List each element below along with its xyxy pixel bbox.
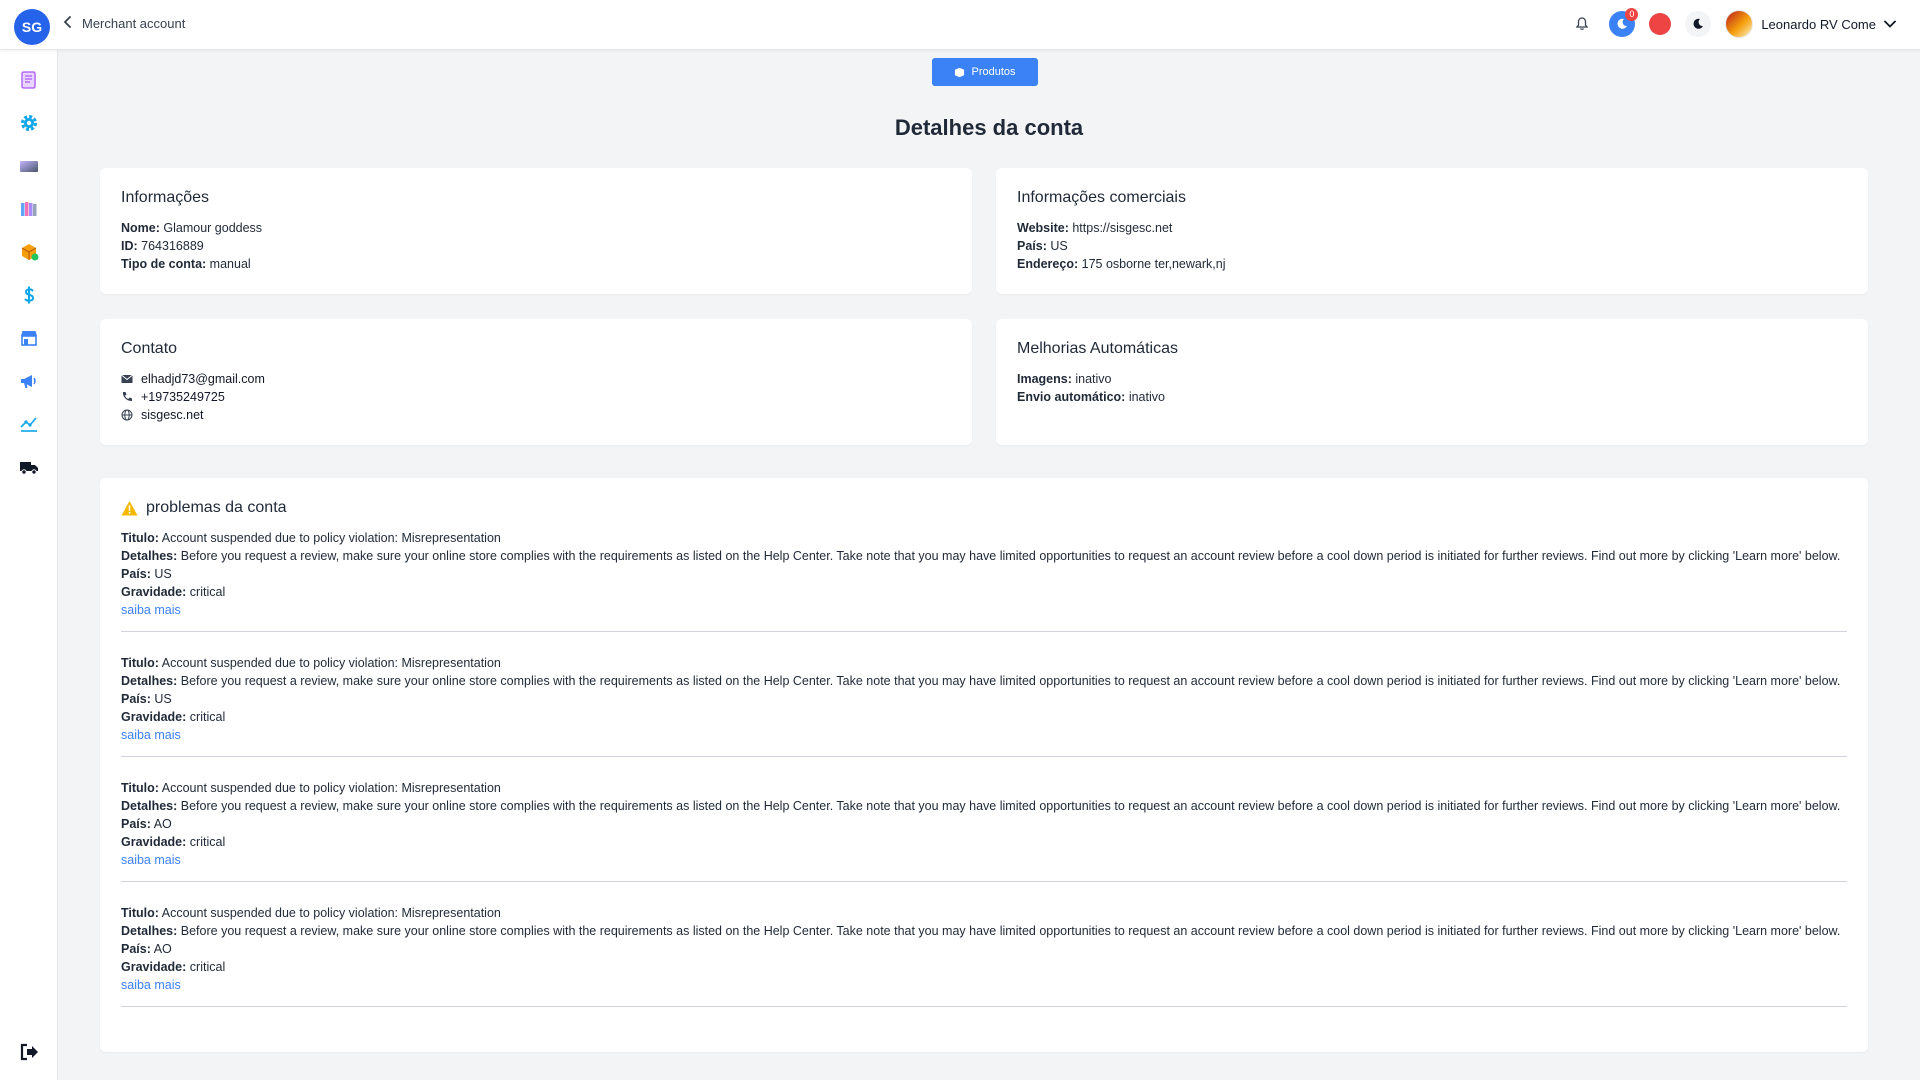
- avatar: [1725, 10, 1754, 38]
- issue-country-row: País: AO: [121, 817, 172, 831]
- app-logo[interactable]: SG: [14, 9, 50, 45]
- status-dot[interactable]: [1649, 13, 1672, 35]
- bell-icon: [1574, 16, 1590, 32]
- gradient-card-icon: [18, 155, 40, 177]
- country-row: País: US: [1017, 239, 1068, 253]
- issue-details-row: Detalhes: Before you request a review, m…: [121, 924, 1841, 938]
- learn-more-link[interactable]: saiba mais: [121, 603, 181, 617]
- issue-title-row: Titulo: Account suspended due to policy …: [121, 781, 501, 795]
- issue-title-row: Titulo: Account suspended due to policy …: [121, 906, 501, 920]
- sidebar-item-documents[interactable]: [17, 68, 41, 92]
- issue-item: Titulo: Account suspended due to policy …: [121, 529, 1847, 632]
- store-icon: [18, 327, 40, 349]
- sidebar-item-analytics[interactable]: [17, 412, 41, 436]
- learn-more-link[interactable]: saiba mais: [121, 728, 181, 742]
- moon-icon: [1690, 16, 1706, 32]
- issue-country-row: País: AO: [121, 942, 172, 956]
- issue-severity-row: Gravidade: critical: [121, 960, 226, 974]
- activity-button[interactable]: 0: [1609, 8, 1639, 37]
- email-row: elhadjd73@gmail.com: [121, 370, 951, 388]
- id-row: ID: 764316889: [121, 239, 204, 253]
- phone-icon: [121, 391, 133, 403]
- truck-icon: [18, 456, 40, 478]
- megaphone-icon: [18, 370, 40, 392]
- site-row: sisgesc.net: [121, 406, 951, 424]
- sidebar-item-catalog[interactable]: [17, 197, 41, 221]
- phone-row: +19735249725: [121, 388, 951, 406]
- page-title: Detalhes da conta: [894, 115, 1084, 140]
- sidebar-item-cards[interactable]: [17, 154, 41, 178]
- products-button[interactable]: Produtos: [932, 58, 1038, 86]
- issue-title-row: Titulo: Account suspended due to policy …: [121, 531, 501, 545]
- products-button-label: Produtos: [971, 66, 1016, 78]
- chevron-down-icon: [1884, 18, 1896, 30]
- warning-icon: [121, 500, 138, 517]
- user-menu[interactable]: Leonardo RV Come: [1725, 10, 1896, 38]
- sidebar-item-finance[interactable]: [17, 283, 41, 307]
- contact-card: Contato elhadjd73@gmail.com +19735249725…: [100, 319, 972, 445]
- sidebar-item-shipping[interactable]: [17, 455, 41, 479]
- analytics-icon: [18, 413, 40, 435]
- learn-more-link[interactable]: saiba mais: [121, 978, 181, 992]
- issues-list: Titulo: Account suspended due to policy …: [121, 529, 1847, 1007]
- commercial-card-title: Informações comerciais: [1017, 189, 1186, 206]
- account-type-row: Tipo de conta: manual: [121, 257, 251, 271]
- issue-item: Titulo: Account suspended due to policy …: [121, 904, 1847, 1007]
- chevron-left-icon: [62, 16, 74, 31]
- dollar-icon: [18, 284, 40, 306]
- sidebar-item-settings[interactable]: [17, 111, 41, 135]
- envelope-icon: [121, 373, 133, 385]
- account-issues-card: problemas da conta Titulo: Account suspe…: [100, 478, 1868, 1052]
- name-row: Nome: Glamour goddess: [121, 221, 263, 235]
- sidebar-item-packages[interactable]: [17, 240, 41, 264]
- auto-improvements-title: Melhorias Automáticas: [1017, 340, 1178, 357]
- issue-details-row: Detalhes: Before you request a review, m…: [121, 799, 1841, 813]
- back-link[interactable]: Merchant account: [62, 16, 185, 31]
- issue-country-row: País: US: [121, 692, 172, 706]
- issue-details-row: Detalhes: Before you request a review, m…: [121, 549, 1841, 563]
- sidebar: [0, 50, 58, 1080]
- info-card-title: Informações: [121, 189, 210, 206]
- learn-more-link[interactable]: saiba mais: [121, 853, 181, 867]
- top-bar: SG Merchant account 0 Leonardo RV Come: [0, 0, 1920, 50]
- commercial-card: Informações comerciais Website: https://…: [996, 168, 1868, 294]
- auto-improvements-card: Melhorias Automáticas Imagens: inativo E…: [996, 319, 1868, 445]
- account-issues-title: problemas da conta: [121, 499, 1847, 517]
- logout-icon: [18, 1041, 40, 1063]
- issue-item: Titulo: Account suspended due to policy …: [121, 779, 1847, 882]
- address-row: Endereço: 175 osborne ter,newark,nj: [1017, 257, 1226, 271]
- main-content: Produtos Detalhes da conta Informações N…: [70, 50, 1908, 1080]
- user-name: Leonardo RV Come: [1761, 16, 1876, 32]
- website-row: Website: https://sisgesc.net: [1017, 221, 1173, 235]
- issue-severity-row: Gravidade: critical: [121, 835, 226, 849]
- globe-icon: [121, 409, 133, 421]
- sidebar-item-marketing[interactable]: [17, 369, 41, 393]
- box-icon: [954, 67, 965, 78]
- box-icon: [18, 241, 40, 263]
- notification-count-badge: 0: [1625, 8, 1639, 21]
- images-row: Imagens: inativo: [1017, 372, 1112, 386]
- books-icon: [18, 198, 40, 220]
- contact-card-title: Contato: [121, 340, 178, 357]
- auto-shipping-row: Envio automático: inativo: [1017, 390, 1165, 404]
- theme-toggle-button[interactable]: [1685, 11, 1712, 37]
- back-link-label: Merchant account: [82, 16, 186, 31]
- issue-severity-row: Gravidade: critical: [121, 710, 226, 724]
- info-card: Informações Nome: Glamour goddess ID: 76…: [100, 168, 972, 294]
- issue-details-row: Detalhes: Before you request a review, m…: [121, 674, 1841, 688]
- issue-country-row: País: US: [121, 567, 172, 581]
- sidebar-item-store[interactable]: [17, 326, 41, 350]
- notifications-button[interactable]: [1569, 11, 1595, 37]
- scroll-icon: [18, 69, 40, 91]
- gear-icon: [18, 112, 40, 134]
- issue-item: Titulo: Account suspended due to policy …: [121, 654, 1847, 757]
- issue-title-row: Titulo: Account suspended due to policy …: [121, 656, 501, 670]
- logout-button[interactable]: [17, 1040, 41, 1064]
- issue-severity-row: Gravidade: critical: [121, 585, 226, 599]
